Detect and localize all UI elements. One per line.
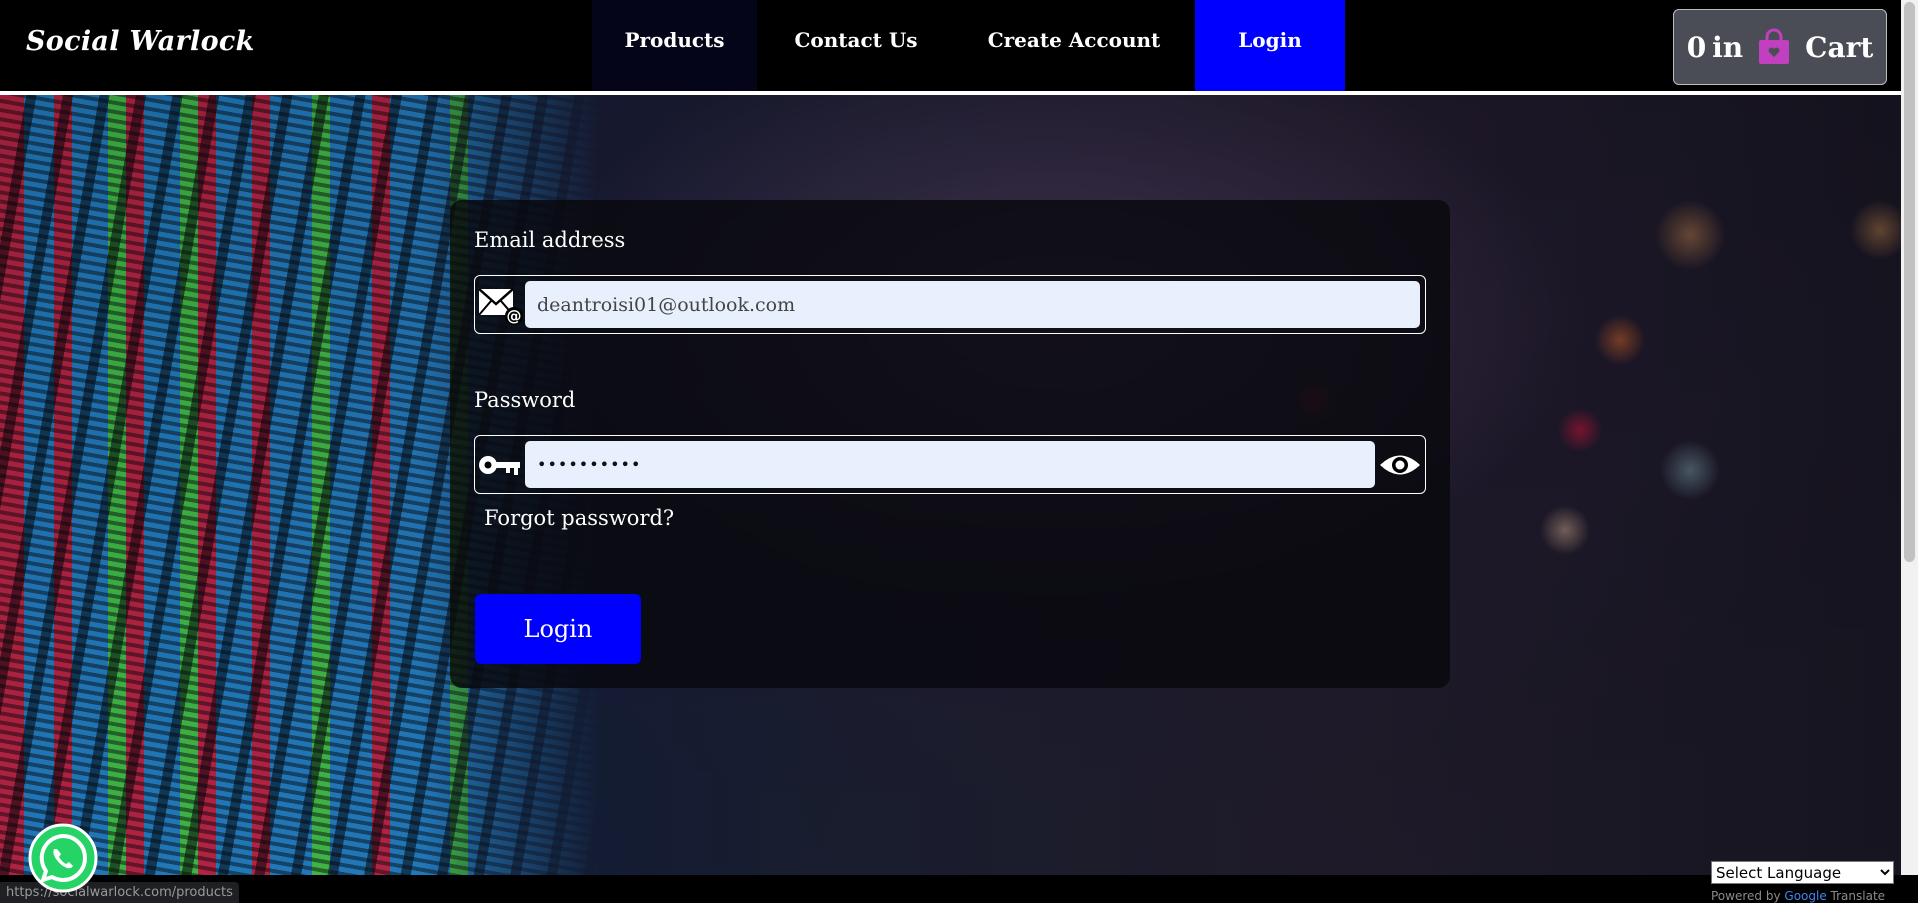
powered-by-text: Powered by	[1711, 889, 1781, 903]
nav-link-login[interactable]: Login	[1195, 0, 1345, 91]
password-field-group	[474, 435, 1426, 494]
cart-button[interactable]: 0 in Cart	[1673, 9, 1887, 85]
nav-link-products[interactable]: Products	[592, 0, 757, 91]
page-scrollbar[interactable]	[1901, 0, 1918, 875]
nav-link-contact[interactable]: Contact Us	[760, 0, 952, 91]
key-icon	[475, 440, 525, 490]
envelope-at-icon: @	[475, 280, 525, 330]
nav-link-contact-label: Contact Us	[794, 28, 918, 52]
google-logo-text: Google	[1784, 889, 1827, 903]
email-field-group: @	[474, 275, 1426, 334]
whatsapp-icon[interactable]	[28, 823, 98, 893]
login-panel: Email address @ Password	[450, 200, 1450, 688]
page-root: Social Warlock Products Contact Us Creat…	[0, 0, 1918, 903]
navbar: Social Warlock Products Contact Us Creat…	[0, 0, 1918, 95]
cart-in-text: in	[1712, 30, 1744, 64]
scrollbar-thumb[interactable]	[1904, 2, 1915, 562]
nav-link-login-label: Login	[1238, 28, 1302, 52]
brand-logo[interactable]: Social Warlock	[26, 26, 255, 57]
nav-link-create-account[interactable]: Create Account	[965, 0, 1183, 91]
language-select[interactable]: Select Language	[1711, 861, 1894, 884]
shopping-bag-icon	[1755, 28, 1793, 66]
email-input[interactable]	[525, 281, 1420, 328]
svg-text:@: @	[507, 307, 522, 325]
cart-count: 0	[1686, 30, 1707, 64]
email-label: Email address	[474, 228, 626, 252]
eye-icon[interactable]	[1375, 445, 1425, 485]
nav-link-create-account-label: Create Account	[987, 28, 1161, 52]
password-input[interactable]	[525, 441, 1375, 488]
nav-link-products-label: Products	[624, 28, 725, 52]
bottom-bar	[0, 875, 1918, 903]
forgot-password-link[interactable]: Forgot password?	[484, 506, 674, 530]
login-button[interactable]: Login	[475, 594, 641, 664]
password-label: Password	[474, 388, 576, 412]
cart-label: Cart	[1805, 30, 1874, 64]
translate-link[interactable]: Translate	[1831, 889, 1886, 903]
powered-by-google-translate: Powered by Google Translate	[1711, 889, 1885, 903]
